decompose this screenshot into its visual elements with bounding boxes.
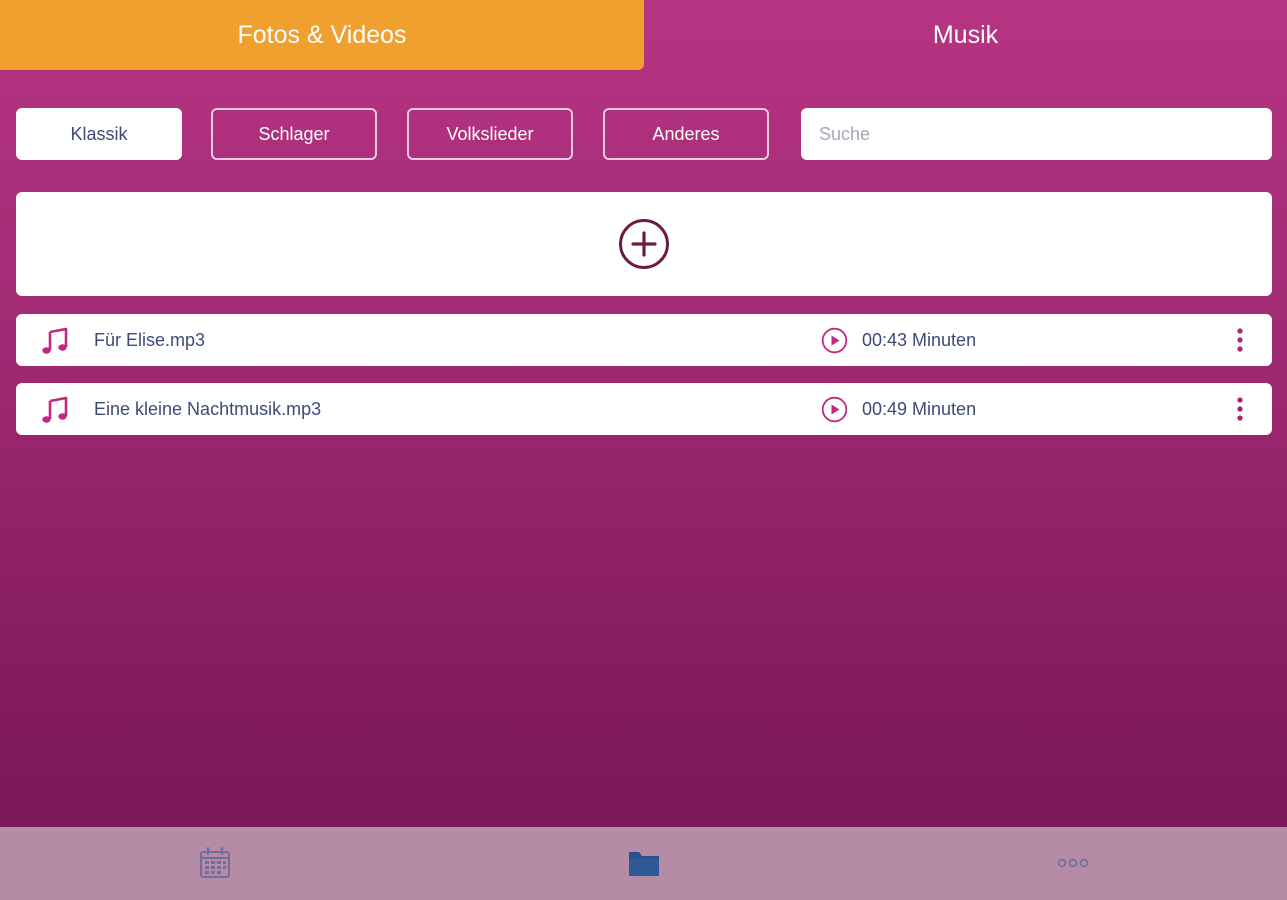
- search-input[interactable]: [817, 122, 1256, 146]
- filter-klassik-label: Klassik: [70, 123, 128, 144]
- file-name: Eine kleine Nachtmusik.mp3: [94, 399, 322, 419]
- top-tab-bar: Fotos & Videos Musik: [0, 0, 1287, 70]
- music-note-icon: [42, 396, 68, 423]
- nav-folder-button[interactable]: [622, 843, 666, 883]
- filter-anderes-button[interactable]: Anderes: [603, 108, 769, 160]
- filter-anderes-label: Anderes: [652, 123, 720, 144]
- file-row[interactable]: Für Elise.mp3 00:43 Minuten: [16, 314, 1272, 366]
- nav-calendar-button[interactable]: [193, 843, 237, 883]
- filter-volkslieder-button[interactable]: Volkslieder: [407, 108, 573, 160]
- bottom-nav-bar: [0, 827, 1287, 900]
- file-duration: 00:43 Minuten: [862, 330, 977, 350]
- nav-more-button[interactable]: [1051, 843, 1095, 883]
- add-music-button[interactable]: [16, 192, 1272, 296]
- play-circle-icon[interactable]: [821, 396, 848, 423]
- filter-schlager-label: Schlager: [258, 123, 330, 144]
- file-name: Für Elise.mp3: [94, 330, 206, 350]
- music-note-icon: [42, 327, 68, 354]
- plus-circle-icon: [619, 219, 669, 269]
- tab-fotos-videos-label: Fotos & Videos: [237, 20, 407, 49]
- filter-schlager-button[interactable]: Schlager: [211, 108, 377, 160]
- filter-klassik-button[interactable]: Klassik: [16, 108, 182, 160]
- more-horizontal-icon: [1057, 858, 1089, 868]
- tab-musik[interactable]: Musik: [644, 0, 1287, 70]
- more-vertical-icon[interactable]: [1228, 327, 1252, 353]
- folder-icon: [629, 852, 659, 876]
- calendar-icon: [200, 846, 230, 878]
- file-row[interactable]: Eine kleine Nachtmusik.mp3 00:49 Minuten: [16, 383, 1272, 435]
- more-vertical-icon[interactable]: [1228, 396, 1252, 422]
- tab-fotos-videos[interactable]: Fotos & Videos: [0, 0, 644, 70]
- search-box: [801, 108, 1272, 160]
- play-circle-icon[interactable]: [821, 327, 848, 354]
- filter-volkslieder-label: Volkslieder: [446, 123, 534, 144]
- file-duration: 00:49 Minuten: [862, 399, 977, 419]
- tab-musik-label: Musik: [932, 20, 999, 49]
